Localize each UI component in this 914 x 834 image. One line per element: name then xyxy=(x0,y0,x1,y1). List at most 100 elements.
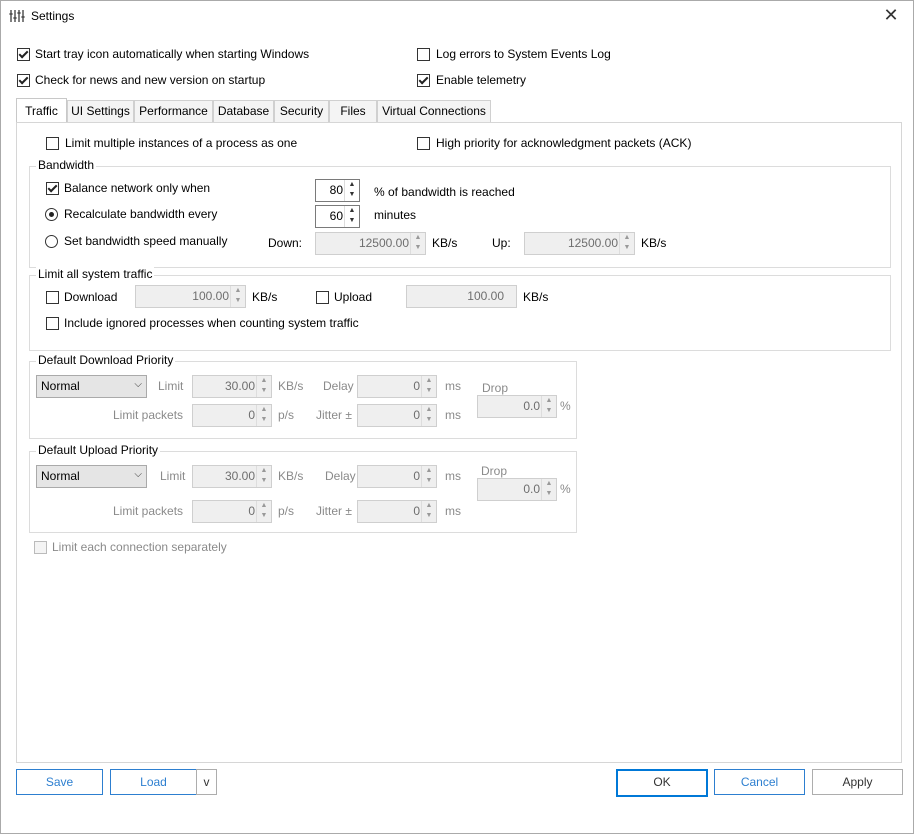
ul-jitter-label: Jitter ± xyxy=(316,504,352,518)
dl-drop-unit: % xyxy=(560,399,571,413)
spin-up-icon[interactable]: ▲ xyxy=(257,501,271,511)
up-speed-stepper[interactable]: 12500.00 ▲ ▼ xyxy=(524,232,635,255)
spin-up-icon[interactable]: ▲ xyxy=(422,405,436,415)
upload-priority-select[interactable]: Normal ⌵ xyxy=(36,465,147,488)
start-tray-label: Start tray icon automatically when start… xyxy=(35,47,310,61)
up-label: Up: xyxy=(492,236,511,250)
tab-virtual-connections[interactable]: Virtual Connections xyxy=(377,100,491,122)
limit-instances-checkbox[interactable] xyxy=(46,137,59,150)
recalculate-minutes-stepper[interactable]: 60 ▲ ▼ xyxy=(315,205,360,228)
cancel-button[interactable]: Cancel xyxy=(714,769,805,795)
spin-down-icon[interactable]: ▼ xyxy=(542,406,556,416)
spin-down-icon[interactable]: ▼ xyxy=(422,476,436,486)
balance-percent-suffix: % of bandwidth is reached xyxy=(374,185,515,199)
dl-limit-value: 30.00 xyxy=(224,379,255,393)
spin-down-icon[interactable]: ▼ xyxy=(257,476,271,486)
balance-percent-stepper[interactable]: 80 ▲ ▼ xyxy=(315,179,360,202)
spin-up-icon[interactable]: ▲ xyxy=(542,479,556,489)
spin-up-icon[interactable]: ▲ xyxy=(422,376,436,386)
spin-down-icon[interactable]: ▼ xyxy=(620,243,634,253)
ul-limit-value: 30.00 xyxy=(224,469,255,483)
tab-ui-settings[interactable]: UI Settings xyxy=(67,100,134,122)
spin-down-icon[interactable]: ▼ xyxy=(411,243,425,253)
spin-up-icon[interactable]: ▲ xyxy=(231,286,245,296)
spin-down-icon[interactable]: ▼ xyxy=(345,190,359,200)
ul-drop-stepper[interactable]: 0.0 ▲ ▼ xyxy=(477,478,557,501)
system-download-stepper[interactable]: 100.00 ▲ ▼ xyxy=(135,285,246,308)
spin-up-icon[interactable]: ▲ xyxy=(422,466,436,476)
dl-packets-stepper[interactable]: 0 ▲ ▼ xyxy=(192,404,272,427)
tab-security[interactable]: Security xyxy=(274,100,329,122)
spin-down-icon[interactable]: ▼ xyxy=(257,386,271,396)
recalculate-suffix: minutes xyxy=(374,208,417,222)
tab-files[interactable]: Files xyxy=(329,100,377,122)
ok-button[interactable]: OK xyxy=(616,769,708,797)
ul-delay-stepper[interactable]: 0 ▲ ▼ xyxy=(357,465,437,488)
telemetry-checkbox[interactable] xyxy=(417,74,430,87)
down-speed-stepper[interactable]: 12500.00 ▲ ▼ xyxy=(315,232,426,255)
system-upload-label: Upload xyxy=(334,290,373,304)
load-menu-button[interactable]: v xyxy=(196,769,217,795)
system-upload-checkbox[interactable] xyxy=(316,291,329,304)
dl-jitter-stepper[interactable]: 0 ▲ ▼ xyxy=(357,404,437,427)
spin-down-icon[interactable]: ▼ xyxy=(257,415,271,425)
spin-up-icon[interactable]: ▲ xyxy=(620,233,634,243)
upload-priority-title: Default Upload Priority xyxy=(36,443,161,457)
dl-drop-stepper[interactable]: 0.0 ▲ ▼ xyxy=(477,395,557,418)
spin-down-icon[interactable]: ▼ xyxy=(345,216,359,226)
ul-packets-unit: p/s xyxy=(278,504,295,518)
spin-down-icon[interactable]: ▼ xyxy=(422,511,436,521)
load-button[interactable]: Load xyxy=(110,769,197,795)
settings-app-icon xyxy=(9,9,25,23)
down-speed-value: 12500.00 xyxy=(358,236,409,250)
ul-packets-stepper[interactable]: 0 ▲ ▼ xyxy=(192,500,272,523)
include-ignored-checkbox[interactable] xyxy=(46,317,59,330)
spin-up-icon[interactable]: ▲ xyxy=(257,466,271,476)
check-news-label: Check for news and new version on startu… xyxy=(35,73,266,87)
spin-up-icon[interactable]: ▲ xyxy=(257,376,271,386)
spin-up-icon[interactable]: ▲ xyxy=(257,405,271,415)
spin-up-icon[interactable]: ▲ xyxy=(422,501,436,511)
tab-database[interactable]: Database xyxy=(213,100,274,122)
spin-down-icon[interactable]: ▼ xyxy=(257,511,271,521)
tab-traffic[interactable]: Traffic xyxy=(16,98,67,122)
dl-limit-label: Limit xyxy=(158,379,184,393)
system-upload-stepper[interactable]: 100.00 xyxy=(406,285,517,308)
dl-packets-unit: p/s xyxy=(278,408,295,422)
spin-up-icon[interactable]: ▲ xyxy=(345,180,359,190)
download-priority-select[interactable]: Normal ⌵ xyxy=(36,375,147,398)
spin-down-icon[interactable]: ▼ xyxy=(422,415,436,425)
log-errors-checkbox[interactable] xyxy=(417,48,430,61)
recalculate-radio[interactable] xyxy=(45,208,58,221)
spin-up-icon[interactable]: ▲ xyxy=(542,396,556,406)
down-unit: KB/s xyxy=(432,236,458,250)
ul-packets-value: 0 xyxy=(248,504,255,518)
spin-up-icon[interactable]: ▲ xyxy=(345,206,359,216)
balance-network-checkbox[interactable] xyxy=(46,182,59,195)
dl-delay-unit: ms xyxy=(445,379,461,393)
tab-performance[interactable]: Performance xyxy=(134,100,213,122)
spin-down-icon[interactable]: ▼ xyxy=(422,386,436,396)
dl-delay-label: Delay xyxy=(323,379,354,393)
dl-delay-stepper[interactable]: 0 ▲ ▼ xyxy=(357,375,437,398)
spin-down-icon[interactable]: ▼ xyxy=(231,296,245,306)
ul-delay-value: 0 xyxy=(413,469,420,483)
manual-speed-radio[interactable] xyxy=(45,235,58,248)
apply-button[interactable]: Apply xyxy=(812,769,903,795)
spin-down-icon[interactable]: ▼ xyxy=(542,489,556,499)
start-tray-checkbox[interactable] xyxy=(17,48,30,61)
ul-limit-stepper[interactable]: 30.00 ▲ ▼ xyxy=(192,465,272,488)
ul-delay-unit: ms xyxy=(445,469,461,483)
spin-up-icon[interactable]: ▲ xyxy=(411,233,425,243)
limit-each-connection-checkbox[interactable] xyxy=(34,541,47,554)
system-download-checkbox[interactable] xyxy=(46,291,59,304)
balance-network-label: Balance network only when xyxy=(64,181,211,195)
high-priority-ack-checkbox[interactable] xyxy=(417,137,430,150)
dl-limit-stepper[interactable]: 30.00 ▲ ▼ xyxy=(192,375,272,398)
check-news-checkbox[interactable] xyxy=(17,74,30,87)
log-errors-label: Log errors to System Events Log xyxy=(436,47,611,61)
save-button[interactable]: Save xyxy=(16,769,103,795)
close-icon[interactable]: ✕ xyxy=(879,6,903,26)
system-upload-unit: KB/s xyxy=(523,290,549,304)
ul-jitter-stepper[interactable]: 0 ▲ ▼ xyxy=(357,500,437,523)
